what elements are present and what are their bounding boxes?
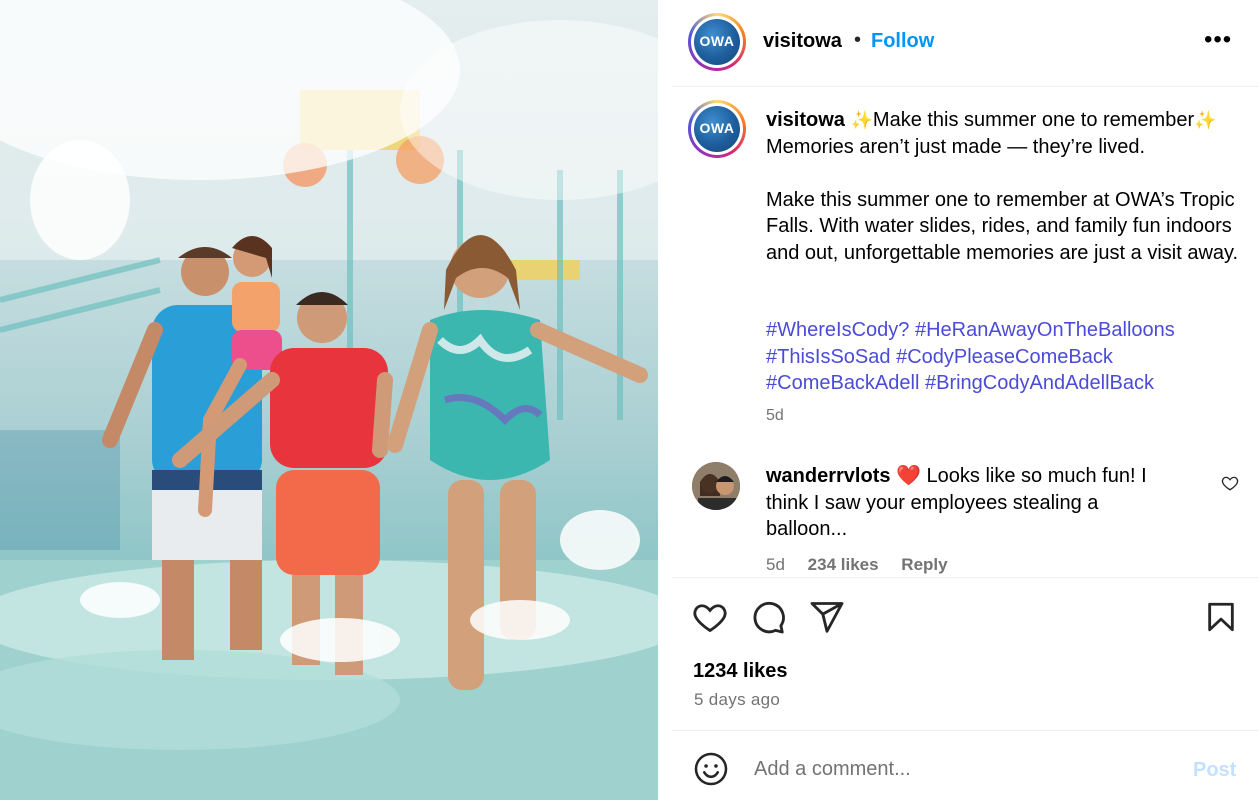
hashtag-link[interactable]: #ThisIsSoSad <box>766 346 891 368</box>
post-comment-button[interactable]: Post <box>1193 759 1236 782</box>
hashtag-list: #WhereIsCody? #HeRanAwayOnTheBalloons #T… <box>766 317 1236 397</box>
post-actions: 1234 likes 5 days ago <box>672 577 1259 730</box>
author-avatar[interactable]: OWA <box>688 13 746 71</box>
caption-avatar[interactable]: OWA <box>688 100 746 158</box>
likes-count[interactable]: 1234 likes <box>693 660 788 683</box>
save-bookmark-icon[interactable] <box>1204 599 1238 640</box>
owa-logo: OWA <box>694 19 740 65</box>
comment-composer: Post <box>672 730 1259 801</box>
hashtag-link[interactable]: #WhereIsCody? <box>766 319 909 341</box>
caption-owa-logo: OWA <box>694 106 740 152</box>
sparkles-icon: ✨ <box>850 110 873 130</box>
comment-body: wanderrvlots ❤️ Looks like so much fun! … <box>766 463 1176 543</box>
caption-username[interactable]: visitowa <box>766 109 845 131</box>
sparkles-icon-end: ✨ <box>1194 110 1217 130</box>
caption-line-2: Memories aren’t just made — they’re live… <box>766 135 1146 158</box>
comment-likes[interactable]: 234 likes <box>808 555 879 574</box>
hashtag-link[interactable]: #CodyPleaseComeBack <box>896 346 1113 368</box>
commenter-username[interactable]: wanderrvlots <box>766 465 890 487</box>
post-caption: visitowa ✨Make this summer one to rememb… <box>766 107 1246 266</box>
red-heart-emoji: ❤️ <box>896 465 921 487</box>
more-options-icon[interactable]: ••• <box>1204 26 1232 54</box>
header-separator: • <box>854 29 862 51</box>
post-timestamp[interactable]: 5 days ago <box>694 690 780 710</box>
post-sidebar: OWA visitowa • Follow ••• OWA visitowa ✨… <box>672 0 1259 800</box>
follow-button[interactable]: Follow <box>871 30 934 53</box>
commenter-avatar[interactable] <box>692 462 740 510</box>
hashtag-link[interactable]: #BringCodyAndAdellBack <box>925 372 1154 394</box>
panel-gap <box>658 0 672 800</box>
hashtag-link[interactable]: #HeRanAwayOnTheBalloons <box>915 319 1175 341</box>
comment-icon[interactable] <box>750 599 786 640</box>
caption-line-1: Make this summer one to remember <box>872 109 1195 131</box>
comment-age[interactable]: 5d <box>766 555 785 574</box>
post-header: OWA visitowa • Follow ••• <box>672 0 1259 87</box>
share-send-icon[interactable] <box>809 599 845 640</box>
hashtag-link[interactable]: #ComeBackAdell <box>766 372 919 394</box>
post-viewer: OWA visitowa • Follow ••• OWA visitowa ✨… <box>0 0 1259 800</box>
post-photo[interactable] <box>0 0 658 800</box>
reply-button[interactable]: Reply <box>901 555 947 574</box>
caption-age[interactable]: 5d <box>766 407 784 425</box>
commenter-photo <box>692 462 740 510</box>
comment-like-heart-icon[interactable] <box>1221 474 1239 497</box>
comment-meta: 5d 234 likes Reply <box>766 555 966 575</box>
author-username[interactable]: visitowa <box>763 30 842 53</box>
comment-input[interactable] <box>752 753 1176 785</box>
photo-illustration <box>0 0 658 800</box>
like-heart-icon[interactable] <box>692 599 728 640</box>
smiley-icon[interactable] <box>693 751 729 792</box>
caption-body: Make this summer one to remember at OWA’… <box>766 188 1241 264</box>
